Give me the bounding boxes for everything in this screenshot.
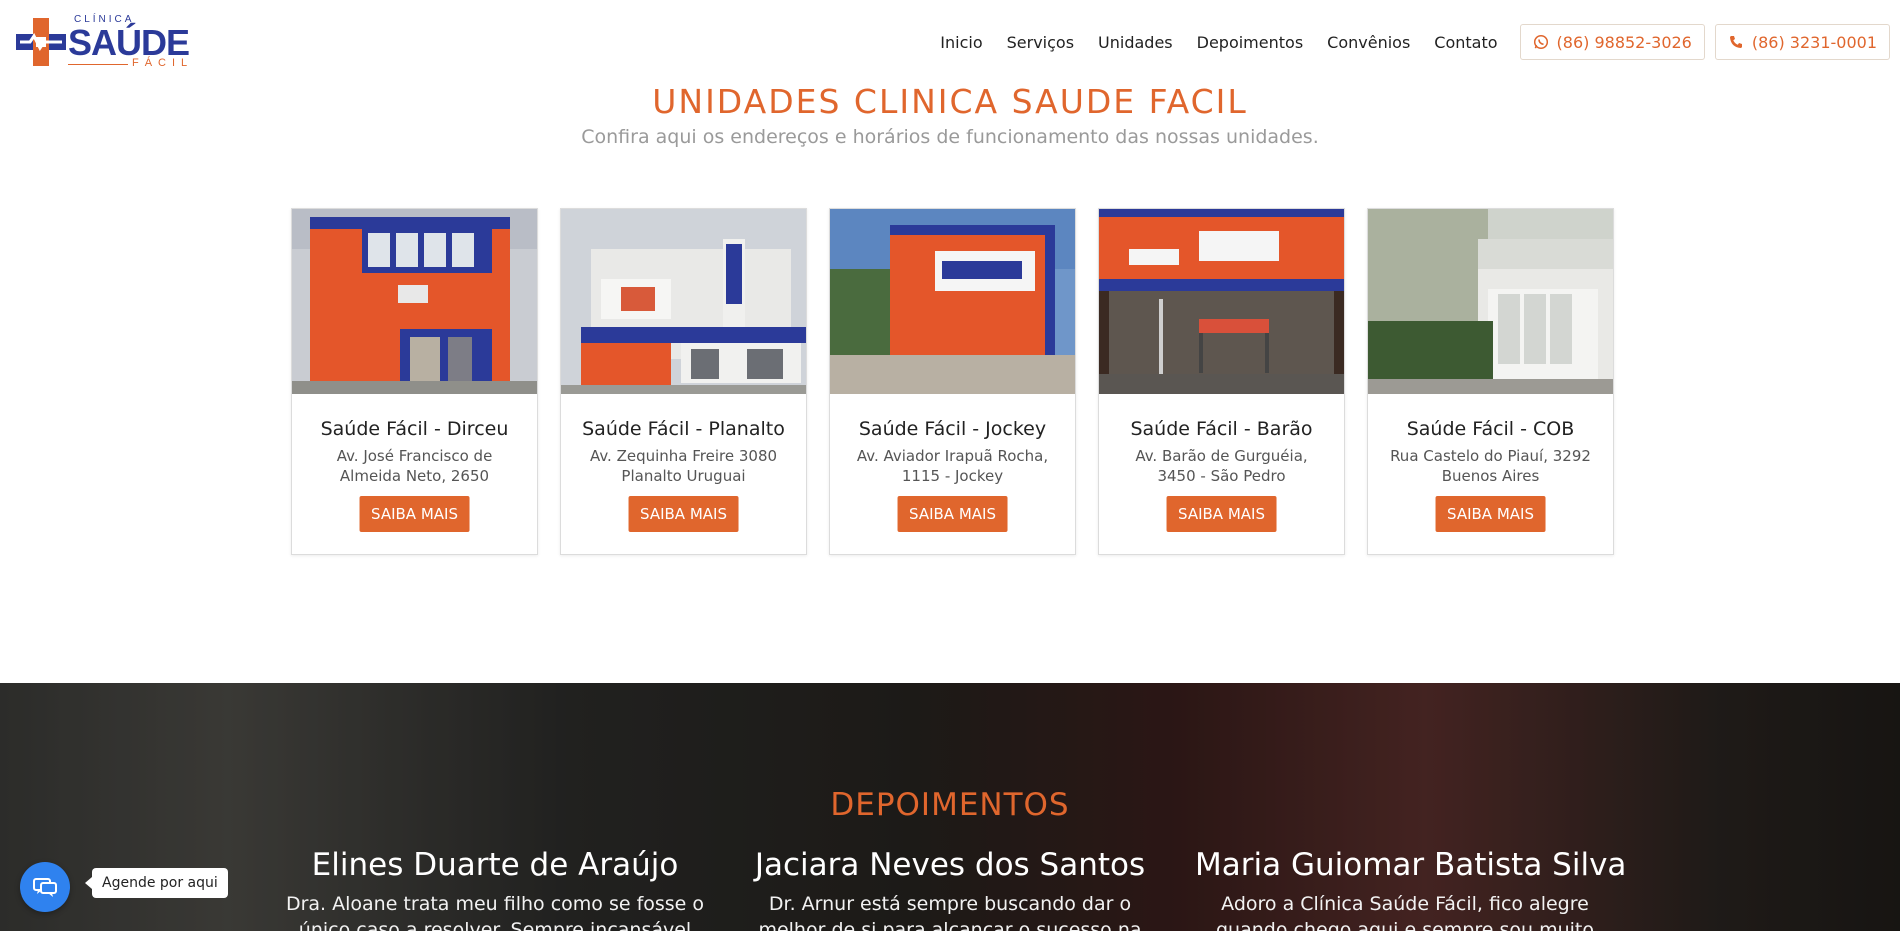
unit-address: Av. José Francisco de Almeida Neto, 2650 <box>336 447 493 485</box>
unit-card-planalto: Saúde Fácil - Planalto Av. Zequinha Frei… <box>560 208 807 555</box>
phone-button[interactable]: (86) 3231-0001 <box>1714 24 1890 60</box>
unit-address: Rua Castelo do Piauí, 3292 Buenos Aires <box>1390 447 1591 485</box>
saiba-mais-button[interactable]: SAIBA MAIS <box>1166 496 1277 532</box>
chat-label[interactable]: Agende por aqui <box>85 868 228 898</box>
unit-photo-dirceu <box>292 209 537 394</box>
testimonial-text: Dra. Aloane trata meu filho como se foss… <box>285 893 705 931</box>
whatsapp-button[interactable]: (86) 98852-3026 <box>1519 24 1705 60</box>
testimonials-section: DEPOIMENTOS Elines Duarte de Araújo Dra.… <box>0 683 1900 931</box>
saiba-mais-button[interactable]: SAIBA MAIS <box>628 496 739 532</box>
saiba-mais-button[interactable]: SAIBA MAIS <box>897 496 1008 532</box>
unit-card-dirceu: Saúde Fácil - Dirceu Av. José Francisco … <box>291 208 538 555</box>
nav-depoimentos[interactable]: Depoimentos <box>1197 33 1304 52</box>
unit-name: Saúde Fácil - Jockey <box>858 418 1047 440</box>
nav-convenios[interactable]: Convênios <box>1327 33 1410 52</box>
unit-address: Av. Aviador Irapuã Rocha, 1115 - Jockey <box>856 447 1049 485</box>
testimonial-text: Dr. Arnur está sempre buscando dar o mel… <box>758 893 1142 931</box>
unit-name: Saúde Fácil - Dirceu <box>320 418 509 440</box>
logo[interactable]: CLÍNICA SAÚDE FÁCIL <box>16 14 212 70</box>
nav-unidades[interactable]: Unidades <box>1098 33 1173 52</box>
phone-icon <box>1729 36 1742 48</box>
testimonial-item: Jaciara Neves dos Santos Dr. Arnur está … <box>740 847 1160 931</box>
testimonial-author: Elines Duarte de Araújo <box>311 847 679 883</box>
units-subtitle: Confira aqui os endereços e horários de … <box>581 126 1319 148</box>
unit-name: Saúde Fácil - Planalto <box>582 418 785 440</box>
site-header: CLÍNICA SAÚDE FÁCIL Inicio Serviços Unid… <box>0 0 1900 84</box>
unit-card-jockey: Saúde Fácil - Jockey Av. Aviador Irapuã … <box>829 208 1076 555</box>
unit-photo-cob <box>1368 209 1613 394</box>
nav-contato[interactable]: Contato <box>1434 33 1497 52</box>
unit-photo-planalto <box>561 209 806 394</box>
logo-cross-icon <box>16 18 66 66</box>
unit-card-cob: Saúde Fácil - COB Rua Castelo do Piauí, … <box>1367 208 1614 555</box>
whatsapp-icon <box>1533 34 1548 50</box>
saiba-mais-button[interactable]: SAIBA MAIS <box>359 496 470 532</box>
unit-name: Saúde Fácil - Barão <box>1130 418 1313 440</box>
units-title: UNIDADES CLINICA SAUDE FACIL <box>652 82 1248 121</box>
unit-address: Av. Barão de Gurguéia, 3450 - São Pedro <box>1135 447 1308 485</box>
unit-address: Av. Zequinha Freire 3080 Planalto Urugua… <box>589 447 778 485</box>
phone-number: (86) 3231-0001 <box>1751 32 1877 52</box>
saiba-mais-button[interactable]: SAIBA MAIS <box>1435 496 1546 532</box>
testimonial-item: Maria Guiomar Batista Silva Adoro a Clín… <box>1195 847 1627 931</box>
testimonial-author: Maria Guiomar Batista Silva <box>1195 847 1627 883</box>
whatsapp-number: (86) 98852-3026 <box>1556 32 1692 52</box>
testimonials-title: DEPOIMENTOS <box>830 787 1070 823</box>
unit-name: Saúde Fácil - COB <box>1406 418 1575 440</box>
testimonial-author: Jaciara Neves dos Santos <box>754 847 1146 883</box>
chat-icon <box>33 878 57 897</box>
nav-inicio[interactable]: Inicio <box>940 33 982 52</box>
testimonial-item: Elines Duarte de Araújo Dra. Aloane trat… <box>285 847 705 931</box>
units-card-list: Saúde Fácil - Dirceu Av. José Francisco … <box>291 208 1614 555</box>
main-nav: Inicio Serviços Unidades Depoimentos Con… <box>928 24 1890 60</box>
nav-servicos[interactable]: Serviços <box>1007 33 1074 52</box>
unit-card-barao: Saúde Fácil - Barão Av. Barão de Gurguéi… <box>1098 208 1345 555</box>
unit-photo-jockey <box>830 209 1075 394</box>
testimonial-text: Adoro a Clínica Saúde Fácil, fico alegre… <box>1216 893 1594 931</box>
unit-photo-barao <box>1099 209 1344 394</box>
chat-button[interactable] <box>20 862 70 912</box>
logo-divider <box>68 64 128 65</box>
logo-facil-text: FÁCIL <box>132 57 194 69</box>
